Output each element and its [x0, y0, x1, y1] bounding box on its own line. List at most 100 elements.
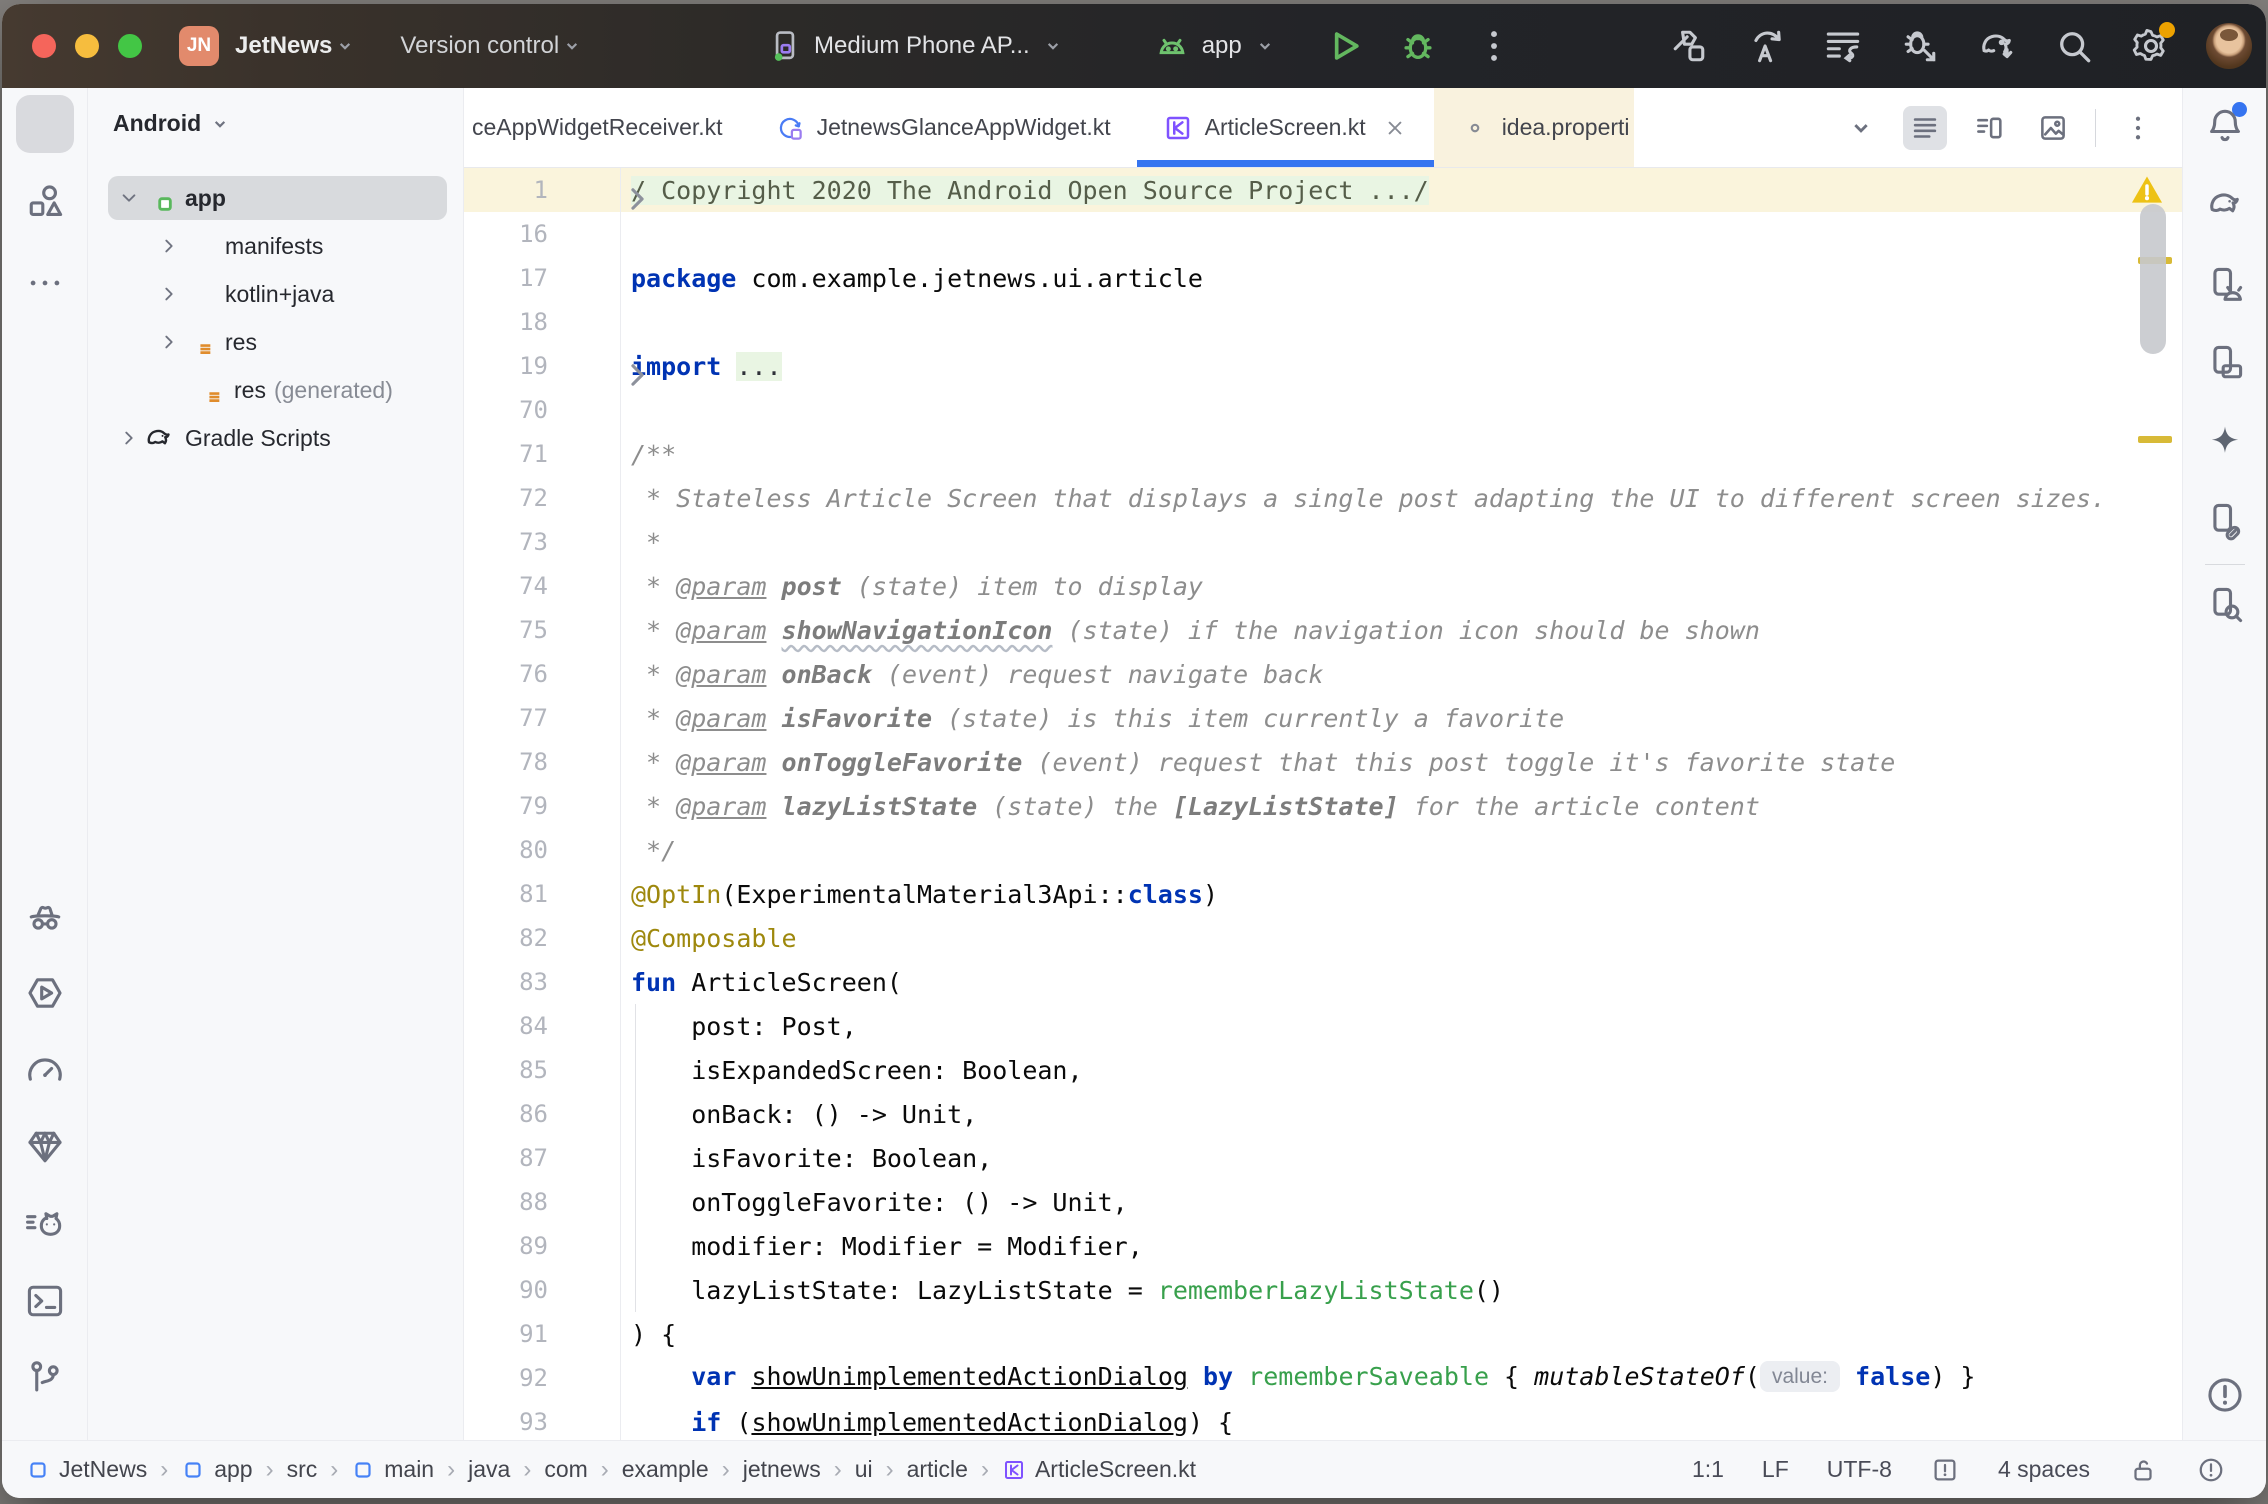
- code-line[interactable]: 80 */: [464, 828, 2182, 872]
- attach-debugger-icon[interactable]: [1898, 24, 1942, 68]
- notifications-bell-icon[interactable]: [2203, 104, 2247, 148]
- line-number[interactable]: 79: [464, 792, 548, 820]
- sparkle-icon[interactable]: [2203, 421, 2247, 465]
- gradle-icon[interactable]: [2203, 182, 2247, 226]
- project-icon[interactable]: JN: [179, 26, 219, 66]
- project-folder-icon[interactable]: M3.5 7c0-.8.7-1.5 1.5-1.5h4.3l2 2.3H19c.…: [23, 102, 67, 146]
- debug-button[interactable]: [1396, 24, 1440, 68]
- line-number[interactable]: 70: [464, 396, 548, 424]
- line-number[interactable]: 81: [464, 880, 548, 908]
- editor-scrollbar-thumb[interactable]: [2140, 204, 2166, 354]
- code-line[interactable]: 72 * Stateless Article Screen that displ…: [464, 476, 2182, 520]
- code-line[interactable]: 19import ...: [464, 344, 2182, 388]
- line-number[interactable]: 74: [464, 572, 548, 600]
- code-line[interactable]: 88 onToggleFavorite: () -> Unit,: [464, 1180, 2182, 1224]
- close-tab-icon[interactable]: [1382, 115, 1408, 141]
- running-devices-icon[interactable]: [2203, 341, 2247, 385]
- breadcrumb-item[interactable]: jetnews: [743, 1456, 821, 1483]
- gradle-sync-elephant-icon[interactable]: [1975, 24, 2019, 68]
- line-number[interactable]: 86: [464, 1100, 548, 1128]
- line-number[interactable]: 19: [464, 352, 548, 380]
- cat-icon[interactable]: [23, 1202, 67, 1246]
- gem-icon[interactable]: [23, 1125, 67, 1169]
- breadcrumb-item[interactable]: article: [907, 1456, 968, 1483]
- tab-idea-properti[interactable]: idea.properti: [1434, 88, 1634, 167]
- line-number[interactable]: 75: [464, 616, 548, 644]
- breadcrumb-item[interactable]: main: [351, 1456, 434, 1483]
- split-editor-icon[interactable]: [1967, 106, 2011, 150]
- more-actions-kebab-icon[interactable]: [1472, 24, 1516, 68]
- device-explorer-icon[interactable]: [2203, 583, 2247, 627]
- sync-project-icon[interactable]: [1744, 24, 1788, 68]
- caret-position-widget[interactable]: 1:1: [1692, 1456, 1724, 1483]
- code-line[interactable]: 17package com.example.jetnews.ui.article: [464, 256, 2182, 300]
- code-line[interactable]: 71/**: [464, 432, 2182, 476]
- project-view-selector[interactable]: Android: [113, 110, 233, 137]
- unlock-icon[interactable]: [2128, 1455, 2158, 1485]
- code-line[interactable]: 75 * @param showNavigationIcon (state) i…: [464, 608, 2182, 652]
- line-number[interactable]: 76: [464, 660, 548, 688]
- settings-gear-icon[interactable]: [2129, 24, 2173, 68]
- device-selector[interactable]: Medium Phone AP...: [766, 27, 1066, 65]
- line-number[interactable]: 80: [464, 836, 548, 864]
- resource-manager-icon[interactable]: [23, 180, 67, 224]
- breadcrumb-item[interactable]: JetNews: [26, 1456, 147, 1483]
- breadcrumb-item[interactable]: example: [622, 1456, 709, 1483]
- line-separator-widget[interactable]: LF: [1762, 1456, 1789, 1483]
- editor-options-kebab-icon[interactable]: [2116, 106, 2160, 150]
- problems-icon[interactable]: [2203, 1373, 2247, 1417]
- tree-item-app[interactable]: M3.5 7c0-.8.7-1.5 1.5-1.5h4.3l2 2.3H19c.…: [88, 174, 463, 222]
- line-number[interactable]: 77: [464, 704, 548, 732]
- code-line[interactable]: 77 * @param isFavorite (state) is this i…: [464, 696, 2182, 740]
- code-line[interactable]: 85 isExpandedScreen: Boolean,: [464, 1048, 2182, 1092]
- device-manager-icon[interactable]: [2203, 263, 2247, 307]
- tree-collapsed-chevron-icon[interactable]: [116, 425, 142, 451]
- line-number[interactable]: 91: [464, 1320, 548, 1348]
- breadcrumb-item[interactable]: ui: [855, 1456, 873, 1483]
- tab-list-chevron-icon[interactable]: [1839, 106, 1883, 150]
- code-line[interactable]: 79 * @param lazyListState (state) the [L…: [464, 784, 2182, 828]
- user-avatar[interactable]: [2206, 23, 2252, 69]
- tree-collapsed-chevron-icon[interactable]: [156, 281, 182, 307]
- tree-item-manifests[interactable]: M3.5 7c0-.8.7-1.5 1.5-1.5h4.3l2 2.3H19c.…: [88, 222, 463, 270]
- search-everywhere-icon[interactable]: [2052, 24, 2096, 68]
- tree-item-res[interactable]: M3.5 7c0-.8.7-1.5 1.5-1.5h4.3l2 2.3H19c.…: [88, 366, 463, 414]
- code-line[interactable]: 87 isFavorite: Boolean,: [464, 1136, 2182, 1180]
- tree-item-kotlin-java[interactable]: M3.5 7c0-.8.7-1.5 1.5-1.5h4.3l2 2.3H19c.…: [88, 270, 463, 318]
- git-branch-icon[interactable]: [23, 1356, 67, 1400]
- code-line[interactable]: 73 *: [464, 520, 2182, 564]
- line-number[interactable]: 90: [464, 1276, 548, 1304]
- line-number[interactable]: 89: [464, 1232, 548, 1260]
- gauge-icon[interactable]: [23, 1048, 67, 1092]
- incognito-icon[interactable]: [23, 894, 67, 938]
- line-number[interactable]: 87: [464, 1144, 548, 1172]
- inspection-widget-icon[interactable]: [1930, 1455, 1960, 1485]
- tree-collapsed-chevron-icon[interactable]: [156, 233, 182, 259]
- line-number[interactable]: 92: [464, 1364, 548, 1392]
- line-number[interactable]: 72: [464, 484, 548, 512]
- breadcrumb-item[interactable]: app: [181, 1456, 252, 1483]
- code-line[interactable]: 16: [464, 212, 2182, 256]
- indent-widget[interactable]: 4 spaces: [1998, 1456, 2090, 1483]
- breadcrumb-item[interactable]: src: [287, 1456, 318, 1483]
- line-number[interactable]: 73: [464, 528, 548, 556]
- code-line[interactable]: 81@OptIn(ExperimentalMaterial3Api::class…: [464, 872, 2182, 916]
- line-number[interactable]: 83: [464, 968, 548, 996]
- line-number[interactable]: 16: [464, 220, 548, 248]
- line-number[interactable]: 71: [464, 440, 548, 468]
- breadcrumb-item[interactable]: com: [544, 1456, 587, 1483]
- line-number[interactable]: 18: [464, 308, 548, 336]
- breadcrumb-item[interactable]: java: [468, 1456, 510, 1483]
- code-line[interactable]: 82@Composable: [464, 916, 2182, 960]
- line-number[interactable]: 1: [464, 176, 548, 204]
- encoding-widget[interactable]: UTF-8: [1827, 1456, 1892, 1483]
- macos-zoom-button[interactable]: [118, 34, 142, 58]
- more-dots-icon[interactable]: [23, 261, 67, 305]
- tree-expanded-chevron-icon[interactable]: [116, 185, 142, 211]
- macos-close-button[interactable]: [32, 34, 56, 58]
- device-mirroring-icon[interactable]: [2203, 499, 2247, 543]
- project-name-menu[interactable]: JetNews: [235, 32, 332, 60]
- macos-minimize-button[interactable]: [75, 34, 99, 58]
- code-line[interactable]: 1/ Copyright 2020 The Android Open Sourc…: [464, 168, 2182, 212]
- tree-collapsed-chevron-icon[interactable]: [156, 329, 182, 355]
